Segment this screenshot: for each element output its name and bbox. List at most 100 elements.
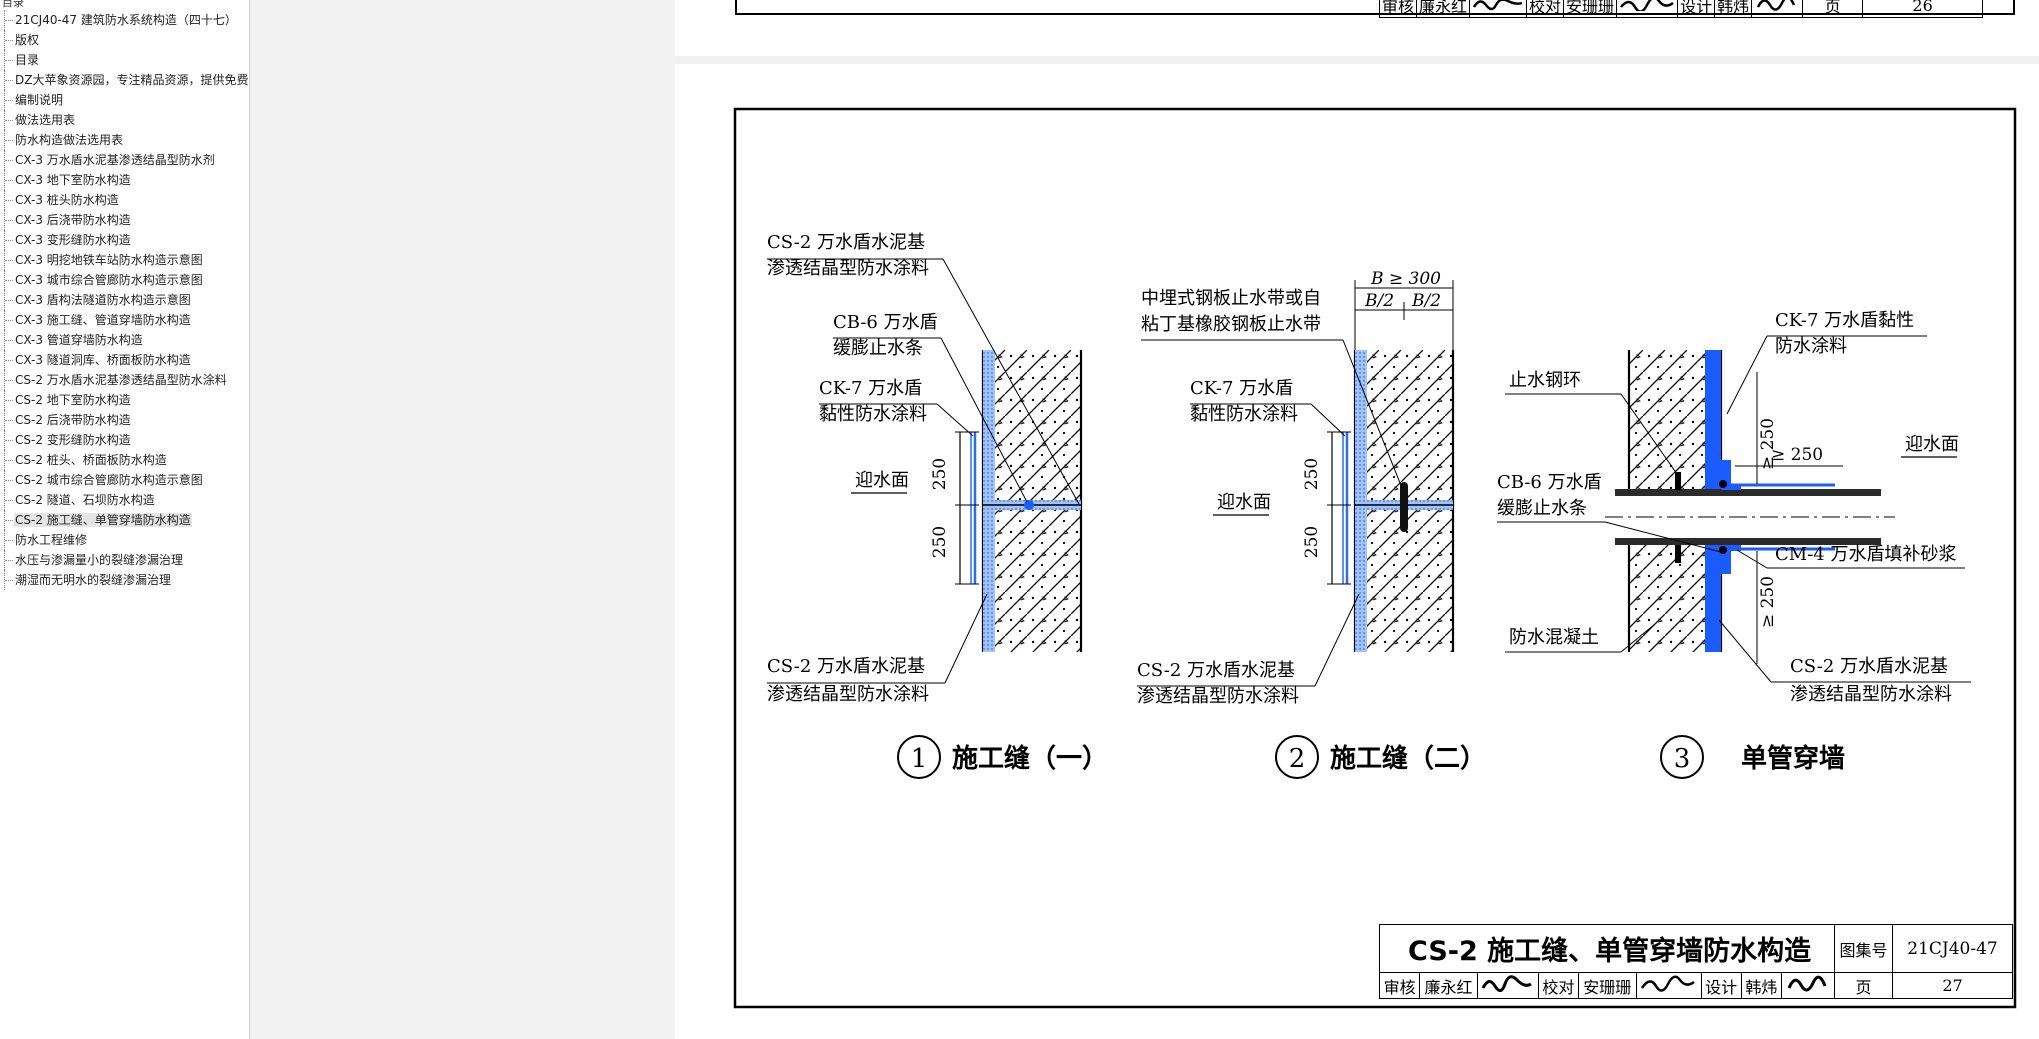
tree-guide-line: [4, 470, 13, 490]
tree-guide-line: [4, 190, 13, 210]
bookmark-item-label: CS-2 桩头、桥面板防水构造: [15, 453, 167, 467]
bookmark-item[interactable]: 21CJ40-47 建筑防水系统构造（四十七）: [0, 10, 249, 30]
bookmark-item[interactable]: 编制说明: [0, 90, 249, 110]
tb-page-number: 27: [1892, 972, 2013, 999]
bookmark-item[interactable]: 防水工程维修: [0, 530, 249, 550]
tree-guide-line: [4, 430, 13, 450]
detail1-callout-top-1: CS-2 万水盾水泥基: [767, 232, 925, 253]
detail2-leader-ck: [1310, 403, 1346, 437]
tb-page-label: 页: [1802, 0, 1864, 18]
tb-review-label: 审核: [1378, 972, 1421, 999]
detail3-water-face: 迎水面: [1905, 434, 1959, 455]
bookmark-item-label: CX-3 管道穿墙防水构造: [15, 333, 143, 347]
detail2-dim-lower: 250: [1302, 526, 1322, 558]
bookmark-item[interactable]: CX-3 后浇带防水构造: [0, 210, 249, 230]
tree-guide-line: [4, 250, 13, 270]
tree-guide-line: [4, 270, 13, 290]
detail3-callout-concrete: 防水混凝土: [1509, 627, 1599, 648]
bookmark-item-label: 做法选用表: [15, 113, 76, 127]
tree-guide-line: [4, 510, 13, 530]
app-window: 目录 21CJ40-47 建筑防水系统构造（四十七） 版权 目录 DZ大苹象资源园，专…: [0, 0, 2039, 1039]
document-viewer[interactable]: 审核 廉永红 校对 安珊珊 设计 韩炜 页 26 250 250 迎水面 CS-…: [675, 0, 2039, 1039]
bookmark-item[interactable]: CS-2 隧道、石坝防水构造: [0, 490, 249, 510]
bookmark-item[interactable]: DZ大苹象资源园，专注精品资源，提供免费下: [0, 70, 250, 90]
detail3-leader-cm: [1736, 549, 1768, 569]
tb-reviewer: 廉永红: [1416, 0, 1471, 18]
bookmark-item[interactable]: 潮湿而无明水的裂缝渗漏治理: [0, 570, 249, 590]
detail1-leader-bot: [944, 593, 988, 684]
bookmark-item[interactable]: 目录: [0, 50, 249, 70]
bookmark-item[interactable]: CX-3 城市综合管廊防水构造示意图: [0, 270, 249, 290]
bookmark-item-label: 防水构造做法选用表: [15, 133, 124, 147]
bookmark-item[interactable]: CS-2 后浇带防水构造: [0, 410, 249, 430]
bookmark-item-label: CS-2 变形缝防水构造: [15, 433, 131, 447]
detail2-number: 2: [1289, 744, 1306, 774]
detail3-callout-cm: CM-4 万水盾填补砂浆: [1775, 544, 1956, 565]
bookmark-item-label: CX-3 盾构法隧道防水构造示意图: [15, 293, 191, 307]
bookmark-item-label: CX-3 变形缝防水构造: [15, 233, 131, 247]
tree-guide-line: [4, 210, 13, 230]
bookmark-item[interactable]: CX-3 施工缝、管道穿墙防水构造: [0, 310, 249, 330]
bookmark-item[interactable]: CX-3 隧道洞库、桥面板防水构造: [0, 350, 249, 370]
bookmark-item[interactable]: CX-3 万水盾水泥基渗透结晶型防水剂: [0, 150, 249, 170]
detail2-callout-ck-1: CK-7 万水盾: [1190, 378, 1293, 399]
detail2-dim-b: B ≥ 300: [1370, 269, 1441, 289]
detail2-title: 施工缝（二）: [1330, 743, 1486, 774]
detail-1: 250 250 迎水面 CS-2 万水盾水泥基 渗透结晶型防水涂料 CB-6 万…: [767, 232, 1108, 779]
bookmark-item[interactable]: CS-2 地下室防水构造: [0, 390, 249, 410]
bookmark-item[interactable]: CS-2 变形缝防水构造: [0, 430, 249, 450]
bookmark-item[interactable]: CS-2 桩头、桥面板防水构造: [0, 450, 249, 470]
bookmark-item-label: CS-2 地下室防水构造: [15, 393, 131, 407]
tree-guide-line: [4, 130, 13, 150]
bookmark-item[interactable]: CX-3 变形缝防水构造: [0, 230, 249, 250]
bookmark-item[interactable]: CX-3 明挖地铁车站防水构造示意图: [0, 250, 249, 270]
bookmark-item-label: CS-2 施工缝、单管穿墙防水构造: [14, 513, 192, 527]
detail2-dim-upper: 250: [1302, 458, 1322, 490]
detail3-ring-top: [1675, 472, 1681, 490]
bookmark-item-label: CS-2 万水盾水泥基渗透结晶型防水涂料: [15, 373, 227, 387]
bookmark-item[interactable]: 版权: [0, 30, 249, 50]
bookmark-panel: 目录 21CJ40-47 建筑防水系统构造（四十七） 版权 目录 DZ大苹象资源园，专…: [0, 0, 250, 1039]
detail3-leader-ck: [1726, 335, 1768, 415]
detail1-dim-upper: 250: [930, 458, 950, 490]
tree-guide-line: [4, 450, 13, 470]
tree-guide-line: [4, 410, 13, 430]
detail2-callout-bot-1: CS-2 万水盾水泥基: [1137, 660, 1295, 681]
tb-design-label: 设计: [1700, 972, 1742, 999]
bookmark-item[interactable]: CX-3 桩头防水构造: [0, 190, 249, 210]
tree-guide-line: [4, 530, 13, 550]
previous-page-titleblock: 审核 廉永红 校对 安珊珊 设计 韩炜 页 26: [1378, 0, 1984, 18]
bookmark-item-label: DZ大苹象资源园，专注精品资源，提供免费下: [15, 73, 250, 87]
detail3-number: 3: [1674, 744, 1691, 774]
bookmark-item[interactable]: CX-3 管道穿墙防水构造: [0, 330, 249, 350]
tb-checker: 安珊珊: [1563, 0, 1618, 18]
tree-guide-line: [4, 310, 13, 330]
tree-guide-line: [4, 570, 13, 590]
sheet-titleblock: CS-2 施工缝、单管穿墙防水构造 图集号 21CJ40-47 审核 廉永红 校…: [1378, 924, 2013, 999]
detail3-pipe-wall-top: [1615, 489, 1881, 496]
bookmark-item[interactable]: 水压与渗漏量小的裂缝渗漏治理: [0, 550, 249, 570]
detail2-leader-bot: [1314, 593, 1360, 687]
tree-guide-line: [4, 290, 13, 310]
bookmark-item[interactable]: CS-2 施工缝、单管穿墙防水构造: [0, 510, 249, 530]
bookmark-item[interactable]: CS-2 城市综合管廊防水构造示意图: [0, 470, 249, 490]
bookmark-item[interactable]: CX-3 地下室防水构造: [0, 170, 249, 190]
tb-designer-signature: [1781, 972, 1835, 999]
bookmark-item[interactable]: 做法选用表: [0, 110, 249, 130]
tb-checker-signature: [1616, 0, 1679, 18]
bookmark-item-label: 潮湿而无明水的裂缝渗漏治理: [15, 573, 172, 587]
detail2-callout-ck-2: 黏性防水涂料: [1190, 404, 1298, 425]
drawing-sheet: 250 250 迎水面 CS-2 万水盾水泥基 渗透结晶型防水涂料 CB-6 万…: [733, 107, 2017, 1009]
detail2-waterstop-plate: [1400, 482, 1408, 532]
tb-reviewer-signature: [1469, 0, 1528, 18]
bookmark-item[interactable]: 防水构造做法选用表: [0, 130, 249, 150]
tree-guide-line: [4, 50, 13, 70]
detail1-dim-lower: 250: [930, 526, 950, 558]
tb-sheet-title: CS-2 施工缝、单管穿墙防水构造: [1379, 924, 1835, 973]
detail3-callout-bot-2: 渗透结晶型防水涂料: [1790, 684, 1952, 705]
tb-design-label: 设计: [1677, 0, 1716, 18]
detail1-title: 施工缝（一）: [952, 743, 1108, 774]
bookmark-item[interactable]: CS-2 万水盾水泥基渗透结晶型防水涂料: [0, 370, 249, 390]
bookmark-item-label: CX-3 隧道洞库、桥面板防水构造: [15, 353, 191, 367]
bookmark-item[interactable]: CX-3 盾构法隧道防水构造示意图: [0, 290, 249, 310]
